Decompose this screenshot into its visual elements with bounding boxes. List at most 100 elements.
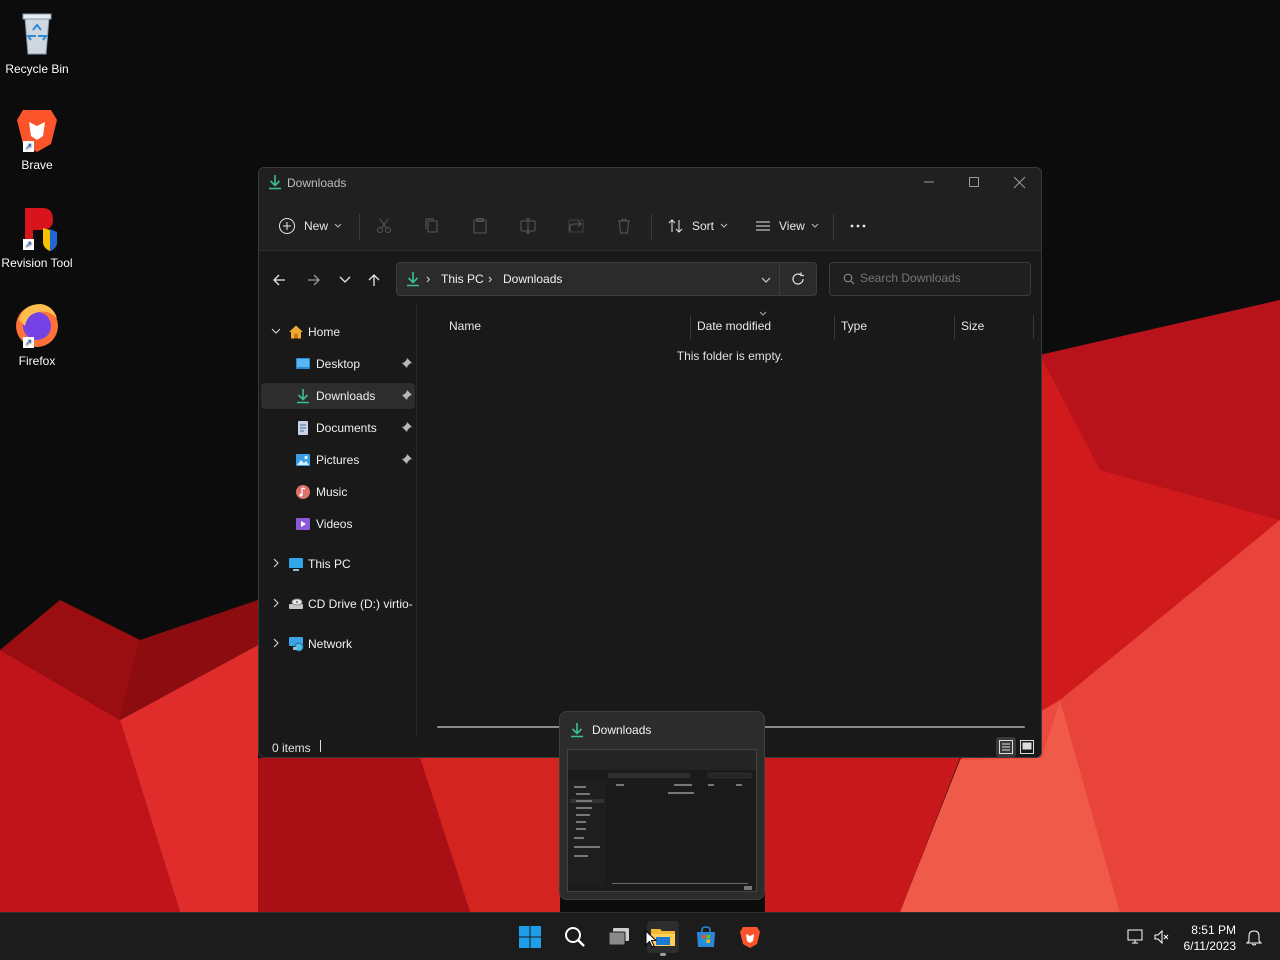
chevron-down-icon[interactable]	[761, 277, 771, 283]
sidebar-item-cd-drive[interactable]: CD Drive (D:) virtio-	[261, 591, 415, 617]
sidebar-item-downloads[interactable]: Downloads	[261, 383, 415, 409]
desktop-icon-firefox[interactable]: ↗ Firefox	[0, 300, 74, 368]
toolbar-divider	[833, 214, 834, 240]
start-button[interactable]	[514, 921, 546, 953]
documents-icon	[298, 421, 308, 435]
breadcrumb-this-pc[interactable]: This PC	[441, 272, 484, 286]
download-icon	[407, 272, 419, 287]
close-icon	[1013, 176, 1025, 189]
forward-button[interactable]	[303, 269, 325, 291]
minimize-icon	[924, 181, 934, 183]
share-icon	[568, 219, 584, 233]
cut-icon	[377, 218, 391, 233]
column-divider[interactable]	[690, 315, 691, 339]
column-header-type[interactable]: Type	[841, 313, 867, 339]
refresh-icon[interactable]	[791, 272, 805, 286]
delete-button[interactable]	[615, 212, 633, 240]
sidebar-item-desktop[interactable]: Desktop	[261, 351, 415, 377]
desktop-icon-label: Recycle Bin	[5, 62, 69, 76]
window-thumbnail-image	[568, 750, 756, 891]
window-title: Downloads	[287, 176, 347, 190]
details-view-icon	[999, 740, 1013, 754]
sidebar-item-label: Music	[316, 485, 348, 499]
cd-drive-icon	[289, 598, 303, 609]
sidebar-item-label: Downloads	[316, 389, 376, 403]
cut-button[interactable]	[375, 212, 393, 240]
brave-taskbar-button[interactable]	[734, 921, 766, 953]
sidebar-item-label: This PC	[308, 557, 351, 571]
column-divider[interactable]	[834, 315, 835, 339]
close-button[interactable]	[996, 168, 1041, 198]
large-icons-view-button[interactable]	[1017, 737, 1037, 757]
view-label: View	[779, 219, 805, 233]
pictures-icon	[296, 454, 310, 466]
back-button[interactable]	[268, 269, 290, 291]
task-view-icon	[608, 928, 629, 946]
desktop-icon-brave[interactable]: ↗ Brave	[0, 104, 74, 172]
column-divider[interactable]	[954, 315, 955, 339]
paste-button[interactable]	[471, 212, 489, 240]
column-header-date-modified[interactable]: Date modified	[697, 313, 771, 339]
file-list[interactable]: Name Date modified Type Size This folder…	[419, 305, 1041, 735]
sidebar-item-home[interactable]: Home	[261, 319, 415, 345]
microsoft-store-button[interactable]	[690, 921, 722, 953]
view-button[interactable]: View	[754, 212, 819, 240]
copy-icon	[425, 218, 438, 233]
chevron-right-icon	[273, 638, 279, 648]
maximize-icon	[969, 177, 979, 187]
minimize-button[interactable]	[906, 168, 952, 198]
taskbar-thumbnail-preview[interactable]: Downloads	[559, 711, 765, 900]
clock-date: 6/11/2023	[1183, 939, 1237, 953]
new-button[interactable]: New	[278, 212, 342, 240]
toolbar-divider	[651, 214, 652, 240]
sidebar-item-pictures[interactable]: Pictures	[261, 447, 415, 473]
shortcut-arrow-icon: ↗	[23, 337, 34, 348]
see-more-button[interactable]	[849, 212, 867, 240]
chevron-down-icon	[811, 223, 819, 228]
taskbar: 8:51 PM 6/11/2023	[0, 912, 1280, 960]
volume-muted-icon[interactable]	[1153, 928, 1171, 946]
task-view-button[interactable]	[603, 921, 635, 953]
rename-icon	[520, 218, 536, 234]
column-divider[interactable]	[1033, 315, 1034, 339]
maximize-button[interactable]	[951, 168, 997, 198]
desktop-icon-label: Firefox	[18, 354, 56, 368]
sidebar-item-network[interactable]: Network	[261, 631, 415, 657]
recent-locations-button[interactable]	[334, 269, 356, 291]
notification-icon[interactable]	[1246, 928, 1262, 946]
pin-icon	[402, 454, 412, 464]
file-explorer-window: Downloads New Sort View › This PC › Down…	[258, 167, 1042, 758]
sort-chevron-icon	[759, 311, 767, 316]
shortcut-arrow-icon: ↗	[23, 141, 34, 152]
column-header-name[interactable]: Name	[449, 313, 481, 339]
sidebar-item-this-pc[interactable]: This PC	[261, 551, 415, 577]
share-button[interactable]	[567, 212, 585, 240]
videos-icon	[296, 518, 310, 530]
sort-button[interactable]: Sort	[667, 212, 728, 240]
up-button[interactable]	[363, 269, 385, 291]
column-header-size[interactable]: Size	[961, 313, 984, 339]
revision-tool-icon	[25, 208, 57, 251]
firefox-icon	[16, 304, 58, 347]
window-thumbnail	[567, 749, 757, 892]
paste-icon	[473, 218, 487, 234]
toolbar-divider	[359, 214, 360, 240]
preview-title: Downloads	[592, 723, 652, 737]
search-box[interactable]	[829, 262, 1031, 296]
sidebar-item-documents[interactable]: Documents	[261, 415, 415, 441]
shortcut-arrow-icon: ↗	[23, 239, 34, 250]
details-view-button[interactable]	[996, 737, 1016, 757]
copy-button[interactable]	[423, 212, 441, 240]
sidebar-item-music[interactable]: Music	[261, 479, 415, 505]
search-button[interactable]	[559, 921, 591, 953]
search-input[interactable]	[860, 271, 1020, 285]
breadcrumb-downloads[interactable]: Downloads	[503, 272, 562, 286]
sidebar-item-videos[interactable]: Videos	[261, 511, 415, 537]
title-bar[interactable]: Downloads	[259, 168, 1041, 198]
system-clock[interactable]: 8:51 PM 6/11/2023	[1184, 922, 1237, 954]
rename-button[interactable]	[519, 212, 537, 240]
desktop-icon-recycle-bin[interactable]: Recycle Bin	[0, 8, 74, 76]
desktop-icon-revision-tool[interactable]: ↗ Revision Tool	[0, 202, 74, 270]
network-status-icon[interactable]	[1127, 928, 1145, 946]
address-bar[interactable]: › This PC › Downloads	[396, 262, 817, 296]
